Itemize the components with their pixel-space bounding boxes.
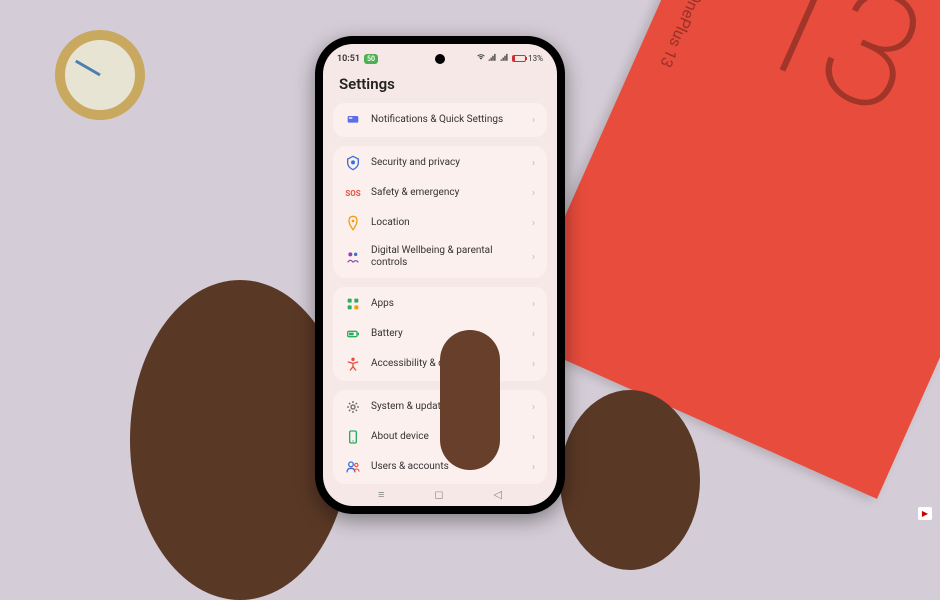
- settings-group: Security and privacy › SOS Safety & emergen…: [333, 146, 547, 278]
- settings-row-wellbeing[interactable]: Digital Wellbeing & parental controls ›: [333, 238, 547, 276]
- users-icon: [345, 459, 361, 475]
- row-label: Safety & emergency: [371, 187, 522, 199]
- chevron-right-icon: ›: [532, 218, 535, 229]
- battery-icon: [345, 326, 361, 342]
- nav-back[interactable]: ◁: [494, 488, 502, 501]
- thumb: [440, 330, 500, 470]
- desk-clock: [55, 30, 145, 120]
- shield-icon: [345, 155, 361, 171]
- settings-row-battery[interactable]: Battery ›: [333, 319, 547, 349]
- chevron-right-icon: ›: [532, 299, 535, 310]
- watermark: ▶: [918, 507, 932, 520]
- settings-row-location[interactable]: Location ›: [333, 208, 547, 238]
- row-label: Security and privacy: [371, 157, 522, 169]
- nav-home[interactable]: ◻: [434, 488, 443, 501]
- chevron-right-icon: ›: [532, 359, 535, 370]
- settings-group: Notifications & Quick Settings ›: [333, 103, 547, 137]
- sos-icon: SOS: [345, 185, 361, 201]
- row-label: Users & accounts: [371, 461, 522, 473]
- settings-row-notification[interactable]: Notifications & Quick Settings ›: [333, 105, 547, 135]
- row-label: Apps: [371, 298, 522, 310]
- settings-row-users[interactable]: Users & accounts ›: [333, 452, 547, 482]
- wifi-icon: [476, 52, 486, 65]
- row-label: Battery: [371, 328, 522, 340]
- row-label: Notifications & Quick Settings: [371, 114, 522, 126]
- chevron-right-icon: ›: [532, 252, 535, 263]
- hand-right: [560, 390, 700, 570]
- signal-2-icon: [500, 52, 510, 65]
- nav-bar: ≡ ◻ ◁: [323, 488, 557, 501]
- settings-row-sos[interactable]: SOS Safety & emergency ›: [333, 178, 547, 208]
- status-badge: 50: [364, 54, 378, 64]
- chevron-right-icon: ›: [532, 158, 535, 169]
- box-model-number: 13: [721, 0, 940, 150]
- wellbeing-icon: [345, 249, 361, 265]
- box-brand-text: OnePlus 13: [656, 0, 706, 70]
- settings-row-shield[interactable]: Security and privacy ›: [333, 148, 547, 178]
- row-label: Digital Wellbeing & parental controls: [371, 245, 522, 269]
- chevron-right-icon: ›: [532, 188, 535, 199]
- chevron-right-icon: ›: [532, 462, 535, 473]
- battery-icon: [512, 55, 526, 62]
- signal-icon: [488, 52, 498, 65]
- chevron-right-icon: ›: [532, 329, 535, 340]
- accessibility-icon: [345, 356, 361, 372]
- location-icon: [345, 215, 361, 231]
- apps-icon: [345, 296, 361, 312]
- row-label: Location: [371, 217, 522, 229]
- page-title: Settings: [323, 69, 557, 103]
- gear-icon: [345, 399, 361, 415]
- chevron-right-icon: ›: [532, 402, 535, 413]
- nav-recent[interactable]: ≡: [378, 488, 384, 501]
- chevron-right-icon: ›: [532, 115, 535, 126]
- notification-icon: [345, 112, 361, 128]
- battery-percent: 13%: [528, 54, 543, 63]
- device-icon: [345, 429, 361, 445]
- chevron-right-icon: ›: [532, 432, 535, 443]
- status-time: 10:51: [337, 54, 360, 64]
- settings-row-apps[interactable]: Apps ›: [333, 289, 547, 319]
- punch-hole-camera: [435, 54, 445, 64]
